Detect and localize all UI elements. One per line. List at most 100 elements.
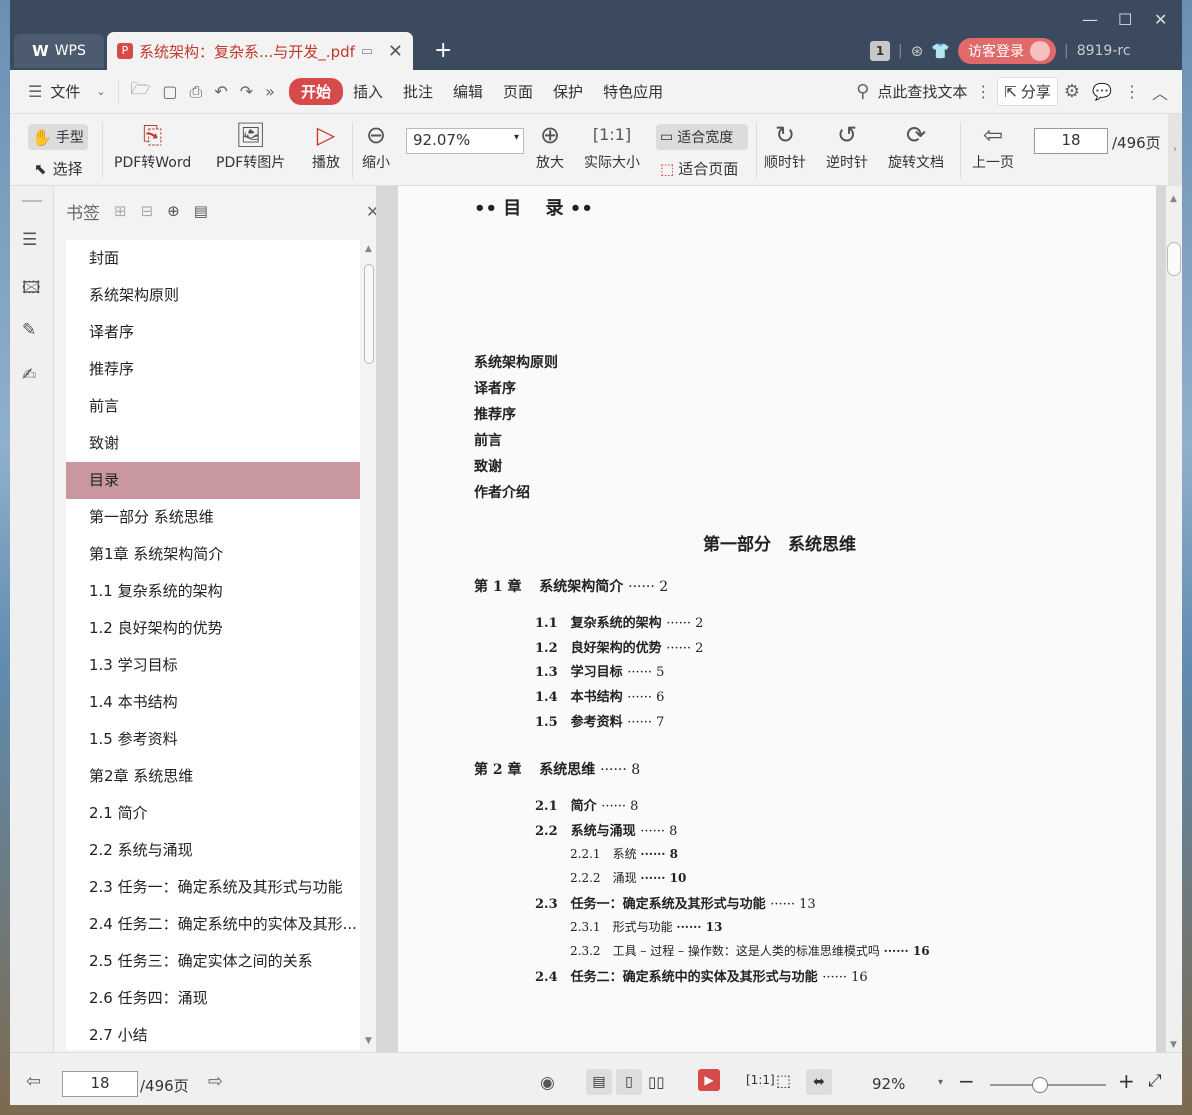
zoom-out-button[interactable]: ⊖ 缩小 <box>362 118 390 172</box>
shirt-icon[interactable]: 👕 <box>931 42 950 60</box>
bookmark-item[interactable]: 2.5 任务三：确定实体之间的关系 <box>66 943 360 980</box>
open-folder-icon[interactable]: 🗁 <box>125 78 157 105</box>
close-tab-icon[interactable]: ✕ <box>388 41 403 62</box>
bookmark-item[interactable]: 2.2 系统与涌现 <box>66 832 360 869</box>
print-icon[interactable]: ⎙ <box>184 82 209 102</box>
toc-section-1-1[interactable]: 1.1 复杂系统的架构 ······ 2 <box>535 612 703 631</box>
bookmark-item[interactable]: 1.1 复杂系统的架构 <box>66 573 360 610</box>
prev-page-button[interactable]: ⇦ 上一页 <box>972 118 1014 172</box>
bookmark-item[interactable]: 2.6 任务四：涌现 <box>66 980 360 1017</box>
save-icon[interactable]: ▢ <box>156 82 183 101</box>
page-number-input[interactable]: 18 <box>1034 128 1108 154</box>
monitor-icon[interactable]: ▭ <box>361 44 373 59</box>
zoom-select[interactable]: 92.07% ▾ <box>406 128 524 154</box>
scroll-down-icon[interactable]: ▼ <box>365 1036 372 1046</box>
tab-wps[interactable]: W WPS <box>14 34 104 68</box>
hamburger-icon[interactable]: ☰ <box>10 82 48 101</box>
scroll-thumb[interactable] <box>364 264 374 364</box>
fit-page-button[interactable]: ⬚ 适合页面 <box>660 158 738 179</box>
toc-front-5[interactable]: 作者介绍 <box>474 482 530 502</box>
scroll-down-icon[interactable]: ▼ <box>1170 1040 1177 1050</box>
more-vertical-icon[interactable]: ⋮ <box>1118 82 1146 101</box>
bookmark-item[interactable]: 目录 <box>66 462 360 499</box>
toc-front-3[interactable]: 前言 <box>474 430 502 450</box>
play-button[interactable]: ▷ 播放 <box>312 118 340 172</box>
pdf-to-word-button[interactable]: ⎘ PDF转Word <box>114 118 191 172</box>
pdf-to-image-button[interactable]: 🖼 PDF转图片 <box>216 118 285 172</box>
toc-part-title[interactable]: 第一部分 系统思维 <box>703 530 856 555</box>
status-zoom-value[interactable]: 92% <box>872 1075 905 1093</box>
add-bookmark-icon[interactable]: ⊕ <box>167 202 180 220</box>
menu-protect[interactable]: 保护 <box>543 81 593 102</box>
fit-width-button[interactable]: ▭ 适合宽度 <box>656 124 748 150</box>
search-icon[interactable]: ⚲ <box>850 81 875 102</box>
new-tab-button[interactable]: + <box>434 38 452 63</box>
zoom-minus-icon[interactable]: − <box>958 1069 975 1093</box>
collapse-chevron-up-icon[interactable]: ︿ <box>1146 80 1182 104</box>
tab-document[interactable]: P 系统架构：复杂系...与开发_.pdf ▭ ✕ <box>107 32 413 70</box>
signature-icon[interactable]: ✍ <box>22 365 42 385</box>
bookmark-item[interactable]: 2.1 简介 <box>66 795 360 832</box>
zoom-in-button[interactable]: ⊕ 放大 <box>536 118 564 172</box>
toc-chapter-2[interactable]: 第 2 章 系统思维 ······ 8 <box>474 759 640 779</box>
next-page-arrow-icon[interactable]: ⇨ <box>208 1071 223 1092</box>
rotate-document-button[interactable]: ⟳ 旋转文档 <box>888 118 944 172</box>
rotate-cw-button[interactable]: ↻ 顺时针 <box>764 118 806 172</box>
bookmark-note-icon[interactable]: ▤ <box>194 202 208 220</box>
toc-front-1[interactable]: 译者序 <box>474 378 516 398</box>
menu-edit[interactable]: 编辑 <box>443 81 493 102</box>
maximize-icon[interactable]: ☐ <box>1118 10 1132 29</box>
two-page-view-icon[interactable]: ▯▯ <box>648 1073 665 1091</box>
rotate-ccw-button[interactable]: ↺ 逆时针 <box>826 118 868 172</box>
expand-all-icon[interactable]: ⊞ <box>114 202 127 220</box>
menu-file[interactable]: 文件 <box>48 81 90 102</box>
single-page-view-icon[interactable]: ▯ <box>616 1069 642 1095</box>
outline-list-icon[interactable]: ☰ <box>22 230 42 250</box>
toc-subsection-2-2-1[interactable]: 2.2.1 系统 ······ 8 <box>570 845 678 862</box>
redo-icon[interactable]: ↷ <box>234 82 259 101</box>
toc-section-1-3[interactable]: 1.3 学习目标 ······ 5 <box>535 661 664 680</box>
toc-section-2-2[interactable]: 2.2 系统与涌现 ······ 8 <box>535 820 677 839</box>
settings-gear-icon[interactable]: ⚙ <box>1058 81 1086 102</box>
menu-comment[interactable]: 批注 <box>393 81 443 102</box>
search-text[interactable]: 点此查找文本 <box>875 81 969 102</box>
chevron-down-icon[interactable]: ⌄ <box>90 85 111 98</box>
zoom-plus-icon[interactable]: + <box>1118 1069 1135 1093</box>
toc-subsection-2-2-2[interactable]: 2.2.2 涌现 ······ 10 <box>570 869 686 886</box>
scroll-up-icon[interactable]: ▲ <box>1170 194 1177 204</box>
toc-section-1-4[interactable]: 1.4 本书结构 ······ 6 <box>535 686 664 705</box>
menu-features[interactable]: 特色应用 <box>593 81 673 102</box>
menu-page[interactable]: 页面 <box>493 81 543 102</box>
bookmark-item[interactable]: 致谢 <box>66 425 360 462</box>
play-slideshow-icon[interactable]: ▶ <box>698 1069 720 1091</box>
minimize-icon[interactable]: — <box>1082 10 1098 29</box>
zoom-slider-thumb[interactable] <box>1032 1077 1048 1093</box>
bookmark-item[interactable]: 2.4 任务二：确定系统中的实体及其形... <box>66 906 360 943</box>
bookmark-item[interactable]: 封面 <box>66 240 360 277</box>
login-button[interactable]: 访客登录 <box>957 38 1056 64</box>
bookmark-item[interactable]: 第1章 系统架构简介 <box>66 536 360 573</box>
bookmark-scrollbar[interactable]: ▲ ▼ <box>362 240 376 1050</box>
toc-section-2-3[interactable]: 2.3 任务一：确定系统及其形式与功能 ······ 13 <box>535 893 816 912</box>
toc-front-2[interactable]: 推荐序 <box>474 404 516 424</box>
bookmark-item[interactable]: 系统架构原则 <box>66 277 360 314</box>
actual-size-icon[interactable]: [1:1] <box>746 1073 775 1087</box>
toolbar-scroll-right-icon[interactable]: › <box>1168 114 1182 186</box>
more-vertical-icon[interactable]: ⋮ <box>969 82 997 101</box>
fullscreen-icon[interactable]: ⤢ <box>1148 1071 1162 1091</box>
prev-page-arrow-icon[interactable]: ⇦ <box>26 1071 41 1092</box>
eye-protection-icon[interactable]: ◉ <box>540 1073 555 1093</box>
close-window-icon[interactable]: ✕ <box>1154 10 1167 29</box>
chat-icon[interactable]: 💬 <box>1086 82 1118 101</box>
toc-section-1-2[interactable]: 1.2 良好架构的优势 ······ 2 <box>535 637 703 656</box>
bookmark-item[interactable]: 译者序 <box>66 314 360 351</box>
bookmark-item[interactable]: 1.5 参考资料 <box>66 721 360 758</box>
skin-icon[interactable]: ⊛ <box>911 42 924 60</box>
bookmark-item[interactable]: 推荐序 <box>66 351 360 388</box>
hand-tool-button[interactable]: ✋ 手型 <box>28 124 88 150</box>
bookmark-item[interactable]: 1.3 学习目标 <box>66 647 360 684</box>
fit-width-icon[interactable]: ⬌ <box>806 1069 832 1095</box>
toc-subsection-2-3-2[interactable]: 2.3.2 工具 – 过程 – 操作数：这是人类的标准思维模式吗 ······ … <box>570 942 930 959</box>
zoom-slider-track[interactable] <box>990 1084 1106 1086</box>
toc-section-2-1[interactable]: 2.1 简介 ······ 8 <box>535 795 638 814</box>
